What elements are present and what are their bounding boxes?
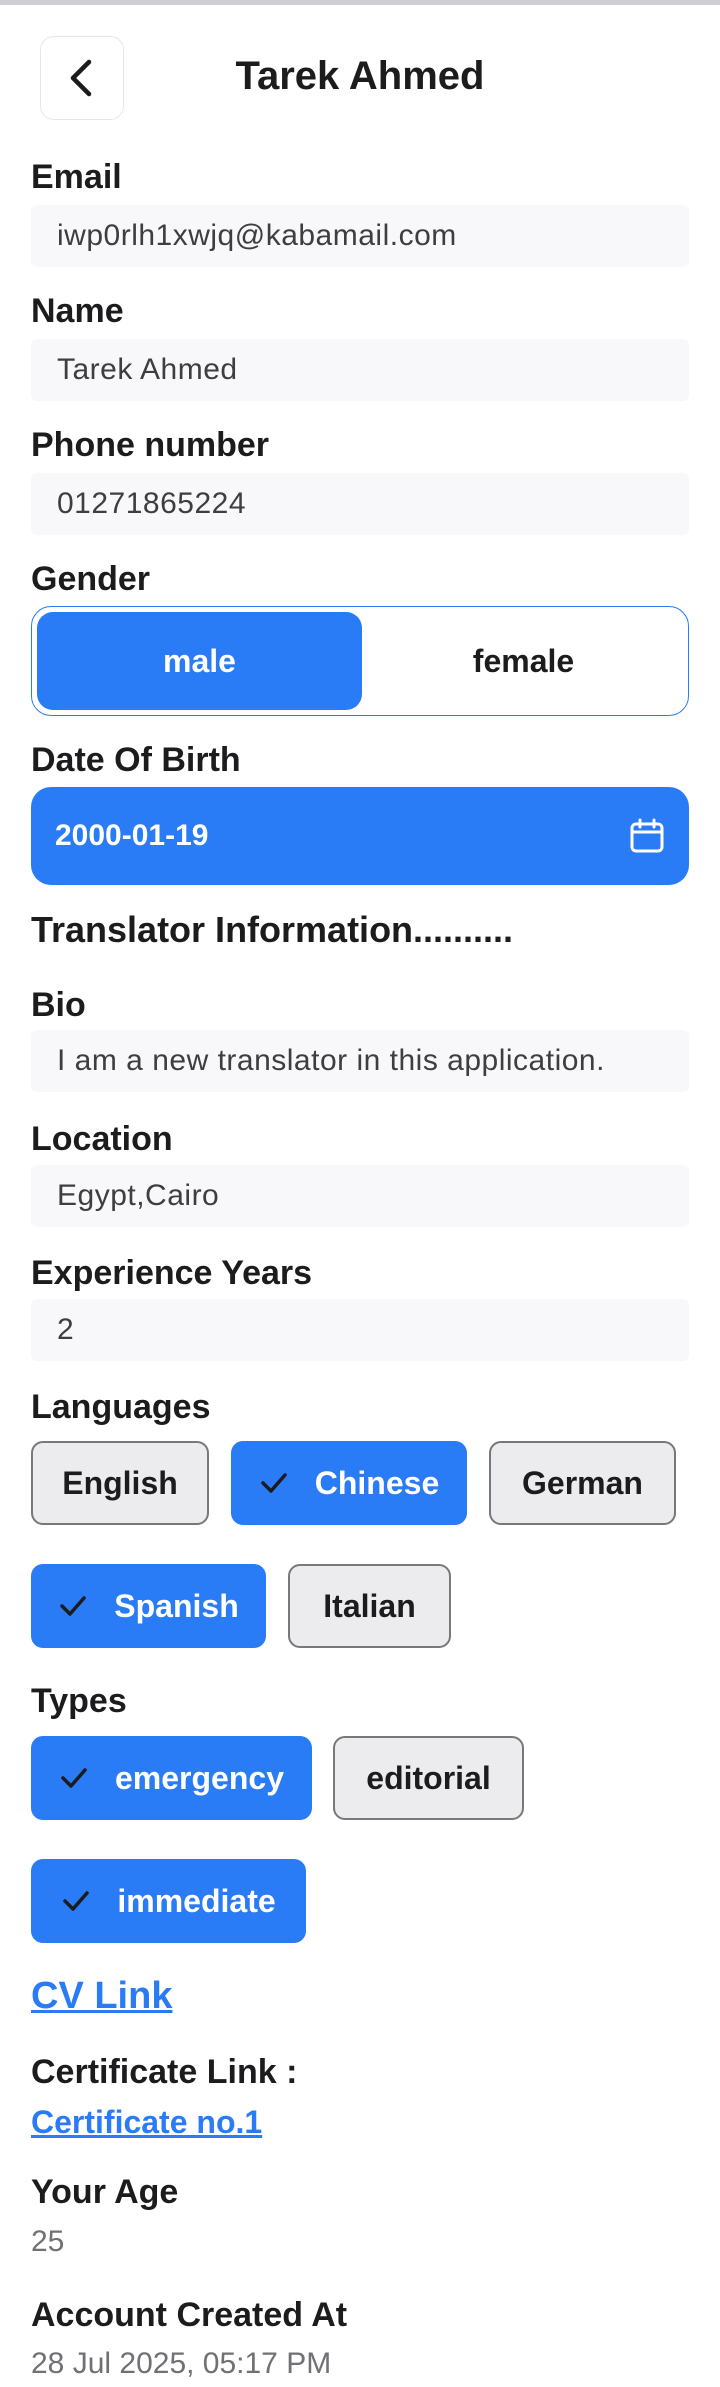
check-icon — [61, 1768, 87, 1788]
header: Tarek Ahmed — [0, 36, 720, 120]
check-icon — [60, 1596, 87, 1616]
page-title: Tarek Ahmed — [235, 54, 485, 98]
chip-label: Italian — [323, 1587, 416, 1624]
translator-section-title: Translator Information.......... — [31, 909, 514, 950]
chip-label: English — [62, 1464, 178, 1501]
certificate-label: Certificate Link : — [31, 2053, 298, 2091]
calendar-icon — [630, 818, 664, 853]
bio-field[interactable]: I am a new translator in this applicatio… — [31, 1030, 689, 1092]
type-chip-immediate[interactable]: immediate — [31, 1859, 306, 1943]
experience-label: Experience Years — [31, 1254, 313, 1292]
date-of-birth-picker[interactable]: 2000-01-19 — [31, 787, 689, 885]
languages-label: Languages — [31, 1388, 211, 1426]
chip-label: emergency — [115, 1759, 284, 1796]
chip-label: Spanish — [114, 1587, 239, 1624]
location-field[interactable]: Egypt,Cairo — [31, 1165, 689, 1227]
check-icon — [63, 1891, 90, 1911]
language-chip-chinese[interactable]: Chinese — [231, 1441, 467, 1525]
chip-label: editorial — [366, 1759, 491, 1796]
certificate-link[interactable]: Certificate no.1 — [31, 2104, 262, 2141]
email-label: Email — [31, 158, 122, 196]
gender-option-female[interactable]: female — [362, 612, 685, 710]
language-chip-spanish[interactable]: Spanish — [31, 1564, 266, 1648]
gender-option-male[interactable]: male — [37, 612, 362, 710]
email-field[interactable]: iwp0rlh1xwjq@kabamail.com — [31, 205, 689, 267]
name-label: Name — [31, 292, 124, 330]
location-label: Location — [31, 1120, 173, 1158]
language-chip-german[interactable]: German — [489, 1441, 676, 1525]
language-chip-english[interactable]: English — [31, 1441, 209, 1525]
check-icon — [261, 1473, 287, 1493]
gender-label: Gender — [31, 560, 151, 598]
experience-field[interactable]: 2 — [31, 1299, 689, 1361]
created-at-label: Account Created At — [31, 2296, 348, 2334]
gender-toggle: male female — [31, 606, 689, 716]
chip-label: Chinese — [314, 1464, 440, 1501]
name-field[interactable]: Tarek Ahmed — [31, 339, 689, 401]
type-chip-editorial[interactable]: editorial — [333, 1736, 524, 1820]
chip-label: German — [522, 1464, 643, 1501]
types-label: Types — [31, 1682, 127, 1720]
language-chip-italian[interactable]: Italian — [288, 1564, 451, 1648]
type-chip-emergency[interactable]: emergency — [31, 1736, 312, 1820]
dob-label: Date Of Birth — [31, 741, 241, 779]
chip-label: immediate — [117, 1882, 276, 1919]
bio-label: Bio — [31, 986, 86, 1024]
created-at-value: 28 Jul 2025, 05:17 PM — [31, 2347, 332, 2380]
phone-field[interactable]: 01271865224 — [31, 473, 689, 535]
age-label: Your Age — [31, 2173, 179, 2211]
top-divider — [0, 0, 720, 5]
cv-link[interactable]: CV Link — [31, 1975, 172, 2018]
phone-label: Phone number — [31, 426, 270, 464]
age-value: 25 — [31, 2225, 65, 2258]
dob-value: 2000-01-19 — [55, 819, 209, 852]
